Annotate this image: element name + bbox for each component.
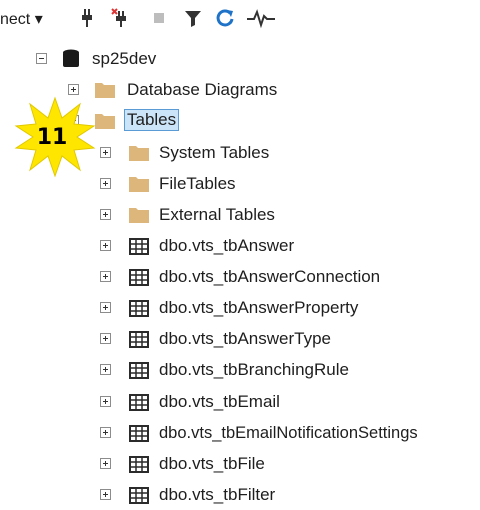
expand-icon[interactable]: [100, 240, 111, 251]
tree-node-label: sp25dev: [92, 49, 157, 68]
tree-node-server[interactable]: sp25dev: [0, 46, 480, 74]
tree-node-table[interactable]: dbo.vts_tbEmail: [0, 389, 480, 417]
table-icon: [129, 238, 149, 255]
folder-icon: [95, 83, 115, 98]
tree-node-label: dbo.vts_tbBranchingRule: [159, 360, 349, 379]
step-number: 11: [36, 125, 68, 150]
tree-node-label: Database Diagrams: [127, 80, 278, 99]
tree-node-label: dbo.vts_tbFilter: [159, 485, 276, 504]
table-icon: [129, 269, 149, 286]
table-icon: [129, 394, 149, 411]
expand-icon[interactable]: [100, 178, 111, 189]
folder-icon: [129, 177, 149, 192]
tree-node-label: External Tables: [159, 205, 275, 224]
tree-node-table[interactable]: dbo.vts_tbEmailNotificationSettings: [0, 420, 480, 448]
table-icon: [129, 300, 149, 317]
tree-node-label: dbo.vts_tbAnswer: [159, 236, 295, 255]
tree-node-table[interactable]: dbo.vts_tbAnswerConnection: [0, 264, 480, 292]
collapse-icon[interactable]: [36, 53, 47, 64]
expand-icon[interactable]: [100, 396, 111, 407]
tree-node-label: System Tables: [159, 143, 270, 162]
tree-node-table[interactable]: dbo.vts_tbAnswer: [0, 233, 480, 261]
tree-node-table[interactable]: dbo.vts_tbBranchingRule: [0, 357, 480, 385]
database-icon: [63, 49, 79, 67]
table-icon: [129, 487, 149, 504]
table-icon: [129, 456, 149, 473]
expand-icon[interactable]: [100, 209, 111, 220]
folder-icon: [129, 146, 149, 161]
tree-node-table[interactable]: dbo.vts_tbFile: [0, 451, 480, 479]
tree-node-label: dbo.vts_tbAnswerType: [159, 329, 331, 348]
table-icon: [129, 425, 149, 442]
step-number-badge: 11: [14, 96, 96, 178]
tree-node-label: dbo.vts_tbAnswerProperty: [159, 298, 359, 317]
expand-icon[interactable]: [68, 84, 79, 95]
tree-node-label: FileTables: [159, 174, 236, 193]
expand-icon[interactable]: [100, 458, 111, 469]
expand-icon[interactable]: [100, 489, 111, 500]
tree-node-label: dbo.vts_tbEmail: [159, 392, 280, 411]
tree-node-label: dbo.vts_tbFile: [159, 454, 265, 473]
expand-icon[interactable]: [100, 364, 111, 375]
tree-node-label: Tables: [124, 109, 180, 131]
object-explorer-tree: sp25dev Database Diagrams Tables System …: [0, 0, 480, 506]
expand-icon[interactable]: [100, 333, 111, 344]
table-icon: [129, 362, 149, 379]
tree-node-table[interactable]: dbo.vts_tbAnswerType: [0, 326, 480, 354]
tree-node-external-tables[interactable]: External Tables: [0, 202, 480, 230]
table-icon: [129, 331, 149, 348]
folder-icon: [129, 208, 149, 223]
tree-node-table[interactable]: dbo.vts_tbAnswerProperty: [0, 295, 480, 323]
expand-icon[interactable]: [100, 271, 111, 282]
expand-icon[interactable]: [100, 302, 111, 313]
expand-icon[interactable]: [100, 147, 111, 158]
expand-icon[interactable]: [100, 427, 111, 438]
tree-node-label: dbo.vts_tbEmailNotificationSettings: [159, 424, 418, 442]
tree-node-label: dbo.vts_tbAnswerConnection: [159, 267, 381, 286]
folder-icon: [95, 114, 115, 129]
